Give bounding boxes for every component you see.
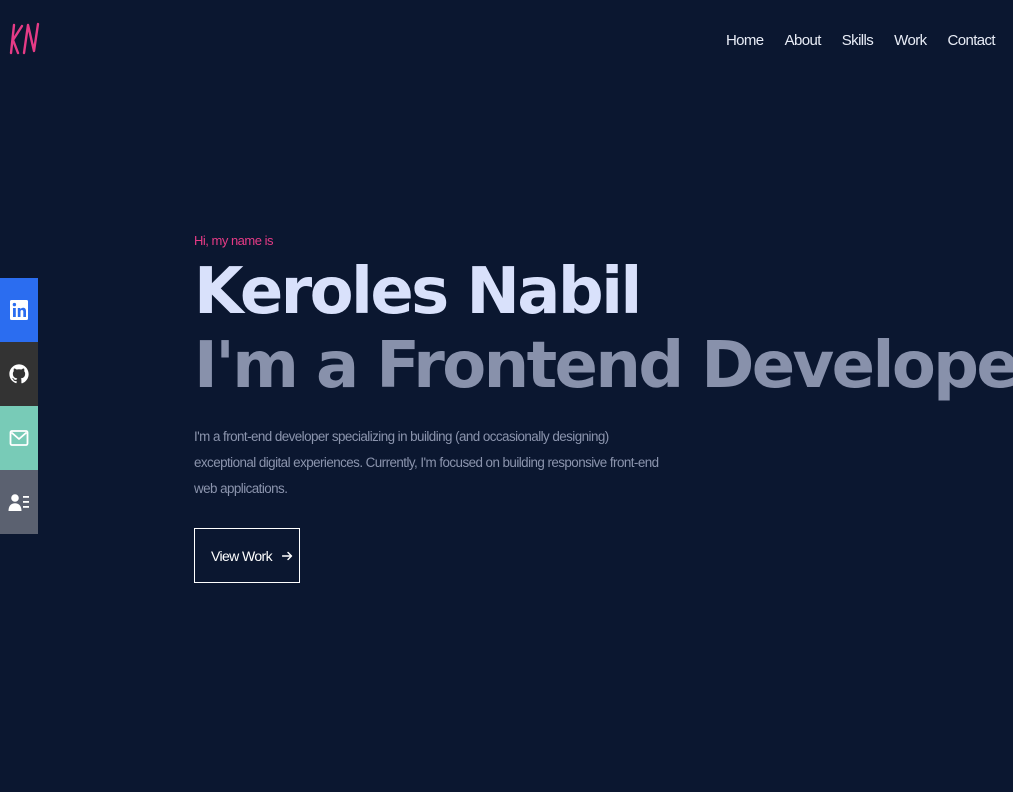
hero-section: Hi, my name is Keroles Nabil I'm a Front… [194, 232, 1013, 583]
nav-item-about[interactable]: About [785, 31, 822, 51]
nav-item-home[interactable]: Home [726, 31, 764, 51]
mail-icon [9, 430, 29, 446]
hero-role: I'm a Frontend Developer. [194, 329, 1013, 403]
contact-card-icon [8, 494, 29, 511]
view-work-button[interactable]: View Work [194, 528, 300, 583]
view-work-label: View Work [211, 547, 273, 564]
social-linkedin-link[interactable] [0, 278, 38, 342]
logo[interactable] [9, 21, 43, 57]
main-nav: Home About Skills Work Contact [726, 31, 996, 51]
hero-name: Keroles Nabil [194, 255, 642, 329]
social-github-link[interactable] [0, 342, 38, 406]
hero-greeting: Hi, my name is [194, 233, 273, 248]
nav-item-work[interactable]: Work [894, 31, 927, 51]
linkedin-icon [10, 300, 28, 320]
social-mail-link[interactable] [0, 406, 38, 470]
social-contact-link[interactable] [0, 470, 38, 534]
nav-item-contact[interactable]: Contact [948, 31, 996, 51]
nav-item-skills[interactable]: Skills [842, 31, 874, 51]
arrow-right-icon [281, 548, 293, 564]
hero-bio: I'm a front-end developer specializing i… [194, 429, 659, 496]
logo-mark [9, 22, 40, 55]
social-sidebar [0, 278, 38, 534]
github-icon [9, 364, 29, 384]
